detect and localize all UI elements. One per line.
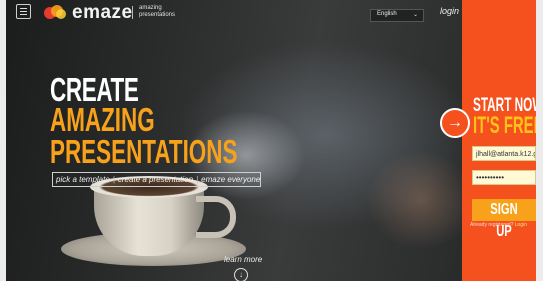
- email-field[interactable]: jlhall@atlanta.k12.g: [472, 146, 536, 161]
- scroll-down-icon[interactable]: ↓: [234, 268, 248, 281]
- tagline: amazing presentations: [139, 5, 176, 18]
- signup-panel: START NOW! IT'S FREE jlhall@atlanta.k12.…: [462, 0, 536, 281]
- login-link-small[interactable]: Login: [515, 222, 527, 228]
- signup-button-label: SIGN UP: [490, 201, 518, 240]
- headline-amazing: AMAZING: [50, 101, 155, 138]
- language-value: English: [377, 11, 397, 17]
- emaze-logo-icon[interactable]: [40, 3, 70, 21]
- login-link[interactable]: login: [440, 6, 459, 16]
- logo-divider: [132, 6, 133, 19]
- its-free-heading: IT'S FREE: [473, 112, 536, 139]
- headline-presentations: PRESENTATIONS: [50, 133, 238, 170]
- landing-screen: emaze amazing presentations English ⌄ lo…: [6, 0, 536, 281]
- coffee-cup-handle: [196, 196, 236, 238]
- step-pick-template: pick a template: [56, 175, 110, 184]
- top-bar: emaze amazing presentations English ⌄ lo…: [6, 0, 536, 24]
- already-registered-text: Already registered? Login: [470, 222, 527, 228]
- step-emaze-everyone: emaze everyone: [201, 175, 261, 184]
- steps-bar: pick a template | create a presentation …: [52, 172, 261, 187]
- background-hand-blur: [366, 150, 476, 250]
- step-create-presentation: create a presentation: [117, 175, 194, 184]
- chevron-down-icon: ⌄: [412, 12, 418, 18]
- password-field[interactable]: ••••••••••: [472, 170, 536, 185]
- learn-more-link[interactable]: learn more: [224, 255, 262, 264]
- signup-button[interactable]: SIGN UP: [472, 199, 536, 240]
- menu-icon[interactable]: [16, 4, 31, 19]
- already-registered-label: Already registered?: [470, 222, 514, 228]
- logo-text[interactable]: emaze: [72, 2, 133, 24]
- arrow-right-icon[interactable]: →: [440, 108, 470, 138]
- language-select[interactable]: English ⌄: [370, 9, 424, 22]
